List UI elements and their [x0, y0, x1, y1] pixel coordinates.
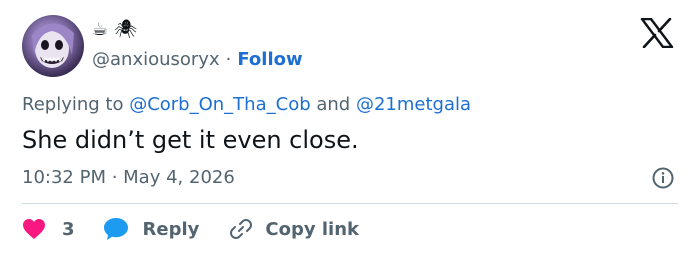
copy-link-label: Copy link: [265, 218, 359, 240]
display-name-emojis: ☕ 🕷: [92, 19, 137, 41]
avatar[interactable]: [22, 15, 84, 77]
replying-conjunction: and: [310, 94, 356, 115]
tweet-time: 10:32 PM: [22, 167, 106, 188]
mention-corb[interactable]: @Corb_On_Tha_Cob: [129, 94, 310, 115]
tweet-timestamp[interactable]: 10:32 PM · May 4, 2026: [22, 166, 235, 190]
replying-to: Replying to @Corb_On_Tha_Cob and @21metg…: [22, 93, 471, 117]
action-bar: 3 Reply Copy link: [22, 216, 359, 242]
like-button[interactable]: 3: [22, 218, 103, 240]
follow-button[interactable]: Follow: [237, 48, 302, 72]
reply-button[interactable]: Reply: [103, 217, 230, 241]
replying-prefix: Replying to: [22, 94, 130, 115]
divider: [22, 203, 678, 204]
meta-separator: ·: [105, 167, 124, 188]
reply-label: Reply: [142, 218, 200, 240]
reply-bubble-icon: [103, 218, 128, 240]
mention-metgala[interactable]: @21metgala: [356, 94, 471, 115]
link-icon: [230, 219, 253, 239]
heart-icon: [23, 219, 45, 239]
tweet-date: May 4, 2026: [123, 167, 235, 188]
tweet-text: She didn’t get it even close.: [22, 126, 359, 154]
coffee-emoji: ☕: [92, 19, 109, 40]
x-logo-icon[interactable]: [640, 17, 674, 49]
avatar-image: [32, 23, 74, 68]
spider-emoji: 🕷: [114, 19, 137, 40]
info-icon[interactable]: [652, 167, 674, 189]
copy-link-button[interactable]: Copy link: [229, 217, 359, 241]
like-count: 3: [62, 218, 75, 240]
author-handle[interactable]: @anxiousoryx: [92, 48, 220, 72]
author-row: @anxiousoryx · Follow: [92, 48, 303, 72]
separator-dot: ·: [225, 49, 232, 70]
